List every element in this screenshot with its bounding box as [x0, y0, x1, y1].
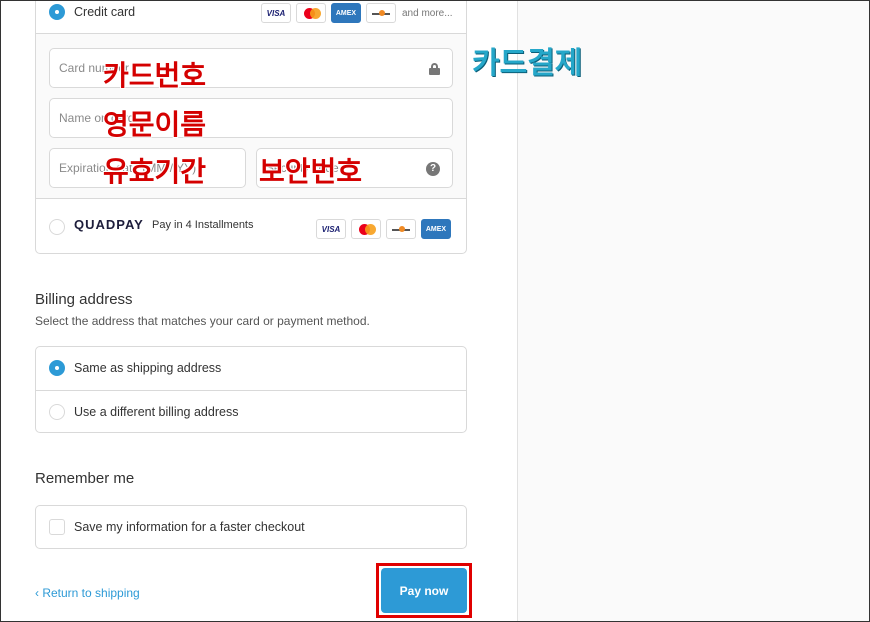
discover-icon	[366, 3, 396, 23]
different-billing-option[interactable]: Use a different billing address	[36, 391, 466, 434]
annotation-expiry: 유효기간	[103, 155, 207, 188]
quadpay-option[interactable]: QUADPAY Pay in 4 Installments VISA AMEX	[36, 199, 466, 255]
lock-icon	[429, 63, 440, 75]
return-to-shipping-link[interactable]: ‹ Return to shipping	[35, 586, 140, 600]
discover-icon	[386, 219, 416, 239]
remember-box[interactable]: Save my information for a faster checkou…	[35, 505, 467, 549]
same-as-shipping-radio[interactable]	[49, 360, 65, 376]
different-billing-label: Use a different billing address	[74, 405, 239, 419]
billing-title: Billing address	[35, 291, 133, 308]
visa-icon: VISA	[261, 3, 291, 23]
annotation-name: 영문이름	[103, 108, 207, 141]
credit-card-option[interactable]: Credit card VISA AMEX and more...	[36, 0, 466, 34]
save-info-checkbox[interactable]	[49, 519, 65, 535]
order-summary-sidebar	[517, 0, 870, 622]
mastercard-icon	[296, 3, 326, 23]
annotation-security: 보안번호	[259, 155, 363, 188]
billing-options-box: Same as shipping address Use a different…	[35, 346, 467, 433]
card-fields-area: Card number Name on card Expiration date…	[36, 34, 466, 199]
mastercard-icon	[351, 219, 381, 239]
more-brands-label: and more...	[402, 8, 453, 19]
same-as-shipping-label: Same as shipping address	[74, 361, 222, 375]
help-icon[interactable]: ?	[426, 162, 440, 176]
credit-card-label: Credit card	[74, 5, 136, 19]
pay-now-button[interactable]: Pay now	[381, 568, 467, 613]
quadpay-radio[interactable]	[49, 219, 65, 235]
visa-icon: VISA	[316, 219, 346, 239]
remember-title: Remember me	[35, 470, 135, 487]
amex-icon: AMEX	[331, 3, 361, 23]
annotation-card-number: 카드번호	[103, 59, 207, 92]
billing-subtitle: Select the address that matches your car…	[35, 314, 370, 328]
quadpay-text: Pay in 4 Installments	[152, 219, 254, 231]
different-billing-radio[interactable]	[49, 404, 65, 420]
quadpay-logo: QUADPAY	[74, 217, 144, 232]
payment-method-box: Credit card VISA AMEX and more... Card n…	[35, 0, 467, 254]
credit-card-radio[interactable]	[49, 4, 65, 20]
annotation-card-payment: 카드결제	[472, 46, 583, 81]
same-as-shipping-option[interactable]: Same as shipping address	[36, 347, 466, 390]
save-info-label: Save my information for a faster checkou…	[74, 520, 305, 534]
amex-icon: AMEX	[421, 219, 451, 239]
